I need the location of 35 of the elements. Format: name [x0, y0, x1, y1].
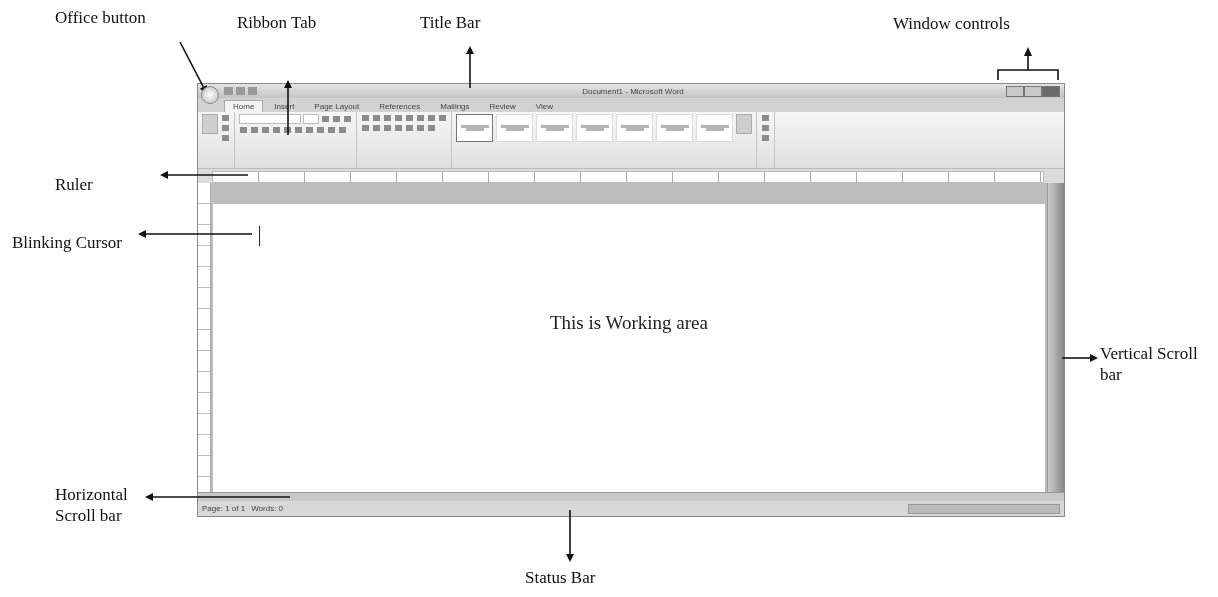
maximize-button[interactable] [1024, 85, 1042, 97]
annotation-label: Office button [55, 7, 146, 29]
minimize-button[interactable] [1006, 85, 1024, 97]
status-text: Page: 1 of 1 [202, 504, 246, 513]
ribbon-tab[interactable]: Page Layout [305, 100, 369, 112]
annotation-label: Blinking Cursor [12, 232, 123, 254]
style-tile[interactable] [456, 114, 493, 142]
font-size-field[interactable] [303, 114, 319, 124]
ribbon-tab[interactable]: Home [224, 100, 264, 112]
annotation-label: Vertical Scroll bar [1100, 343, 1199, 386]
status-text: Words: 0 [251, 504, 284, 513]
arrow [466, 46, 474, 89]
ribbon-tab[interactable]: References [370, 100, 430, 112]
ribbon-tab[interactable]: Review [480, 100, 525, 112]
annotation-label: Horizontal Scroll bar [55, 484, 129, 527]
ribbon-tab[interactable]: Mailings [431, 100, 479, 112]
window-title: Document1 - Microsoft Word [581, 86, 685, 96]
change-styles-icon[interactable] [736, 114, 752, 134]
text-cursor [259, 226, 260, 246]
arrow [1061, 354, 1098, 362]
vertical-scrollbar[interactable] [1047, 183, 1064, 492]
working-area-text: This is Working area [550, 312, 708, 334]
paste-icon[interactable] [202, 114, 218, 134]
annotation-label: Status Bar [525, 567, 596, 589]
annotation-label: Title Bar [420, 12, 481, 34]
close-button[interactable] [1042, 85, 1060, 97]
ribbon-tab[interactable]: View [526, 100, 562, 112]
annotation-label: Window controls [893, 13, 1010, 35]
annotation-label: Ribbon Tab [237, 12, 317, 34]
arrow [566, 509, 574, 562]
horizontal-scrollbar[interactable] [198, 492, 1064, 501]
annotation-label: Ruler [55, 174, 93, 196]
view-controls[interactable] [908, 503, 1060, 514]
bracket-arrow [997, 47, 1059, 81]
font-name-field[interactable] [239, 114, 301, 124]
